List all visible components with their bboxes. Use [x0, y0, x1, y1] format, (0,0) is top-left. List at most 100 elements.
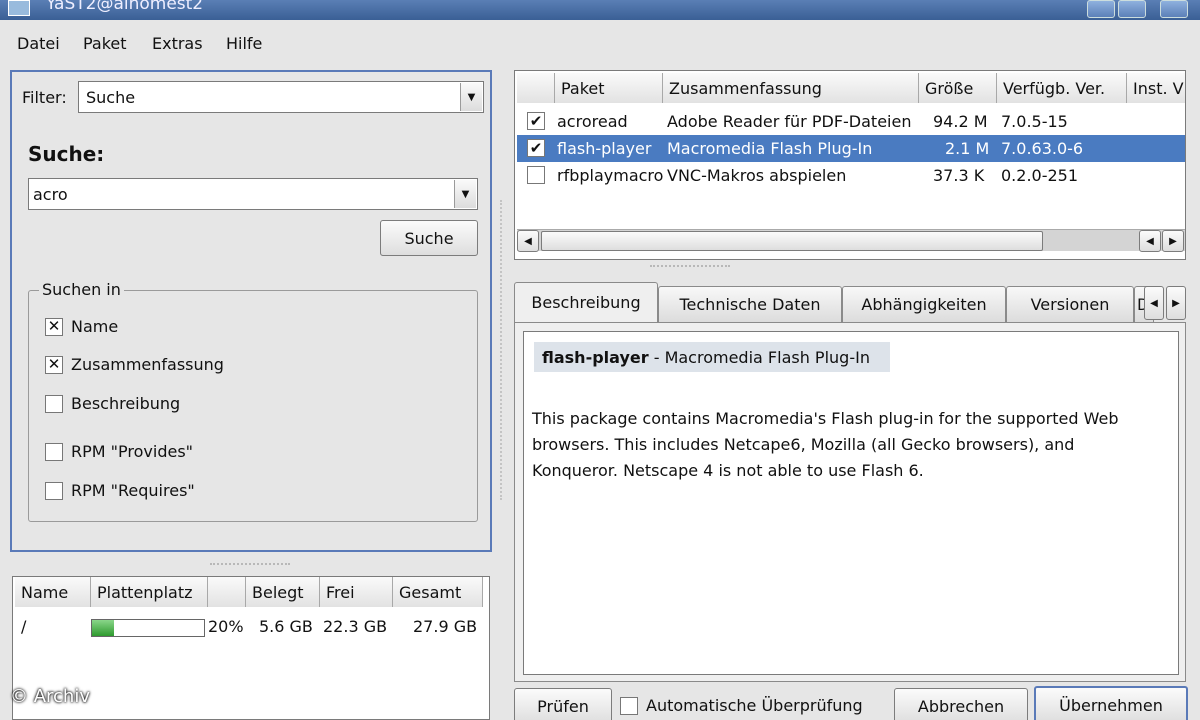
option-description-label: Beschreibung [71, 394, 181, 413]
disk-row-used: 5.6 GB [259, 617, 313, 636]
pkg-col-version[interactable]: Verfügb. Ver. [997, 73, 1127, 103]
disk-col-percent[interactable] [208, 577, 246, 607]
watermark-text: © Archiv [10, 686, 90, 707]
pkg-col-status[interactable] [517, 73, 555, 103]
checkbox-summary[interactable]: ✕ [45, 355, 63, 374]
disk-row-name: / [21, 617, 27, 636]
package-row-flash-player[interactable]: ✔ flash-player Macromedia Flash Plug-In … [517, 135, 1185, 162]
pkg-version: 7.0.63.0-6 [1001, 139, 1084, 158]
pkg-summary: Adobe Reader für PDF-Dateien [667, 112, 912, 131]
pkg-name: flash-player [557, 139, 652, 158]
tab-technische-daten[interactable]: Technische Daten [658, 286, 842, 322]
auto-check-option[interactable]: Automatische Überprüfung [620, 696, 863, 715]
tab-versionen[interactable]: Versionen [1006, 286, 1134, 322]
chevron-down-icon[interactable]: ▼ [454, 180, 476, 208]
disk-usage-bar [91, 619, 205, 637]
description-line: This package contains Macromedia's Flash… [532, 409, 1119, 428]
tab-beschreibung[interactable]: Beschreibung [514, 282, 658, 322]
search-button[interactable]: Suche [380, 220, 478, 256]
option-requires[interactable]: RPM "Requires" [45, 481, 195, 500]
auto-check-checkbox[interactable] [620, 696, 638, 715]
window-title: YaST2@alnomest2 [46, 0, 204, 14]
menu-extras[interactable]: Extras [152, 34, 203, 53]
disk-col-total[interactable]: Gesamt [393, 577, 483, 607]
pkg-size: 2.1 M [945, 139, 990, 158]
pkg-checkbox-flash-player[interactable]: ✔ [527, 139, 545, 157]
checkbox-name[interactable]: ✕ [45, 317, 63, 336]
scrollbar-thumb[interactable] [541, 231, 1043, 251]
disk-row[interactable]: / 20% 5.6 GB 22.3 GB 27.9 GB [13, 613, 489, 640]
checkbox-provides[interactable] [45, 442, 63, 461]
description-line: Konqueror. Netscape 4 is not able to use… [532, 461, 924, 480]
pkg-size: 94.2 M [933, 112, 988, 131]
menu-datei[interactable]: Datei [17, 34, 60, 53]
filter-combo[interactable]: Suche ▼ [78, 81, 484, 113]
accept-button[interactable]: Übernehmen [1034, 686, 1188, 720]
search-input-value: acro [33, 185, 68, 204]
tab-abhaengigkeiten[interactable]: Abhängigkeiten [842, 286, 1006, 322]
checkbox-description[interactable] [45, 394, 63, 413]
option-requires-label: RPM "Requires" [71, 481, 195, 500]
close-button[interactable] [1160, 0, 1188, 18]
details-tab-bar: Beschreibung Technische Daten Abhängigke… [514, 282, 1186, 326]
title-bar: YaST2@alnomest2 [0, 0, 1200, 20]
pkg-col-installed[interactable]: Inst. V [1127, 73, 1185, 103]
cancel-button[interactable]: Abbrechen [894, 688, 1028, 720]
pkg-col-size[interactable]: Größe [919, 73, 997, 103]
pkg-checkbox-acroread[interactable]: ✔ [527, 112, 545, 130]
disk-col-free[interactable]: Frei [320, 577, 393, 607]
package-header: Paket Zusammenfassung Größe Verfügb. Ver… [515, 73, 1185, 105]
chevron-down-icon[interactable]: ▼ [460, 83, 482, 111]
minimize-button[interactable] [1087, 0, 1115, 18]
option-name[interactable]: ✕ Name [45, 317, 118, 336]
description-view: flash-player - Macromedia Flash Plug-In … [523, 331, 1179, 675]
disk-col-space[interactable]: Plattenplatz [91, 577, 208, 607]
option-description[interactable]: Beschreibung [45, 394, 180, 413]
scroll-left-icon[interactable]: ◀ [517, 230, 539, 252]
scroll-right-icon[interactable]: ▶ [1162, 230, 1184, 252]
horizontal-scrollbar[interactable]: ◀ ◀ ▶ [517, 229, 1185, 252]
maximize-button[interactable] [1118, 0, 1146, 18]
pkg-version: 7.0.5-15 [1001, 112, 1068, 131]
option-name-label: Name [71, 317, 119, 336]
vertical-splitter[interactable] [500, 200, 502, 500]
menu-hilfe[interactable]: Hilfe [226, 34, 262, 53]
search-heading: Suche: [28, 142, 105, 166]
disk-header: Name Plattenplatz Belegt Frei Gesamt [13, 577, 489, 609]
filter-label: Filter: [22, 88, 67, 107]
pkg-summary: VNC-Makros abspielen [667, 166, 847, 185]
menu-paket[interactable]: Paket [83, 34, 127, 53]
pkg-checkbox-rfbplaymacro[interactable] [527, 166, 545, 184]
disk-row-free: 22.3 GB [323, 617, 388, 636]
pkg-col-name[interactable]: Paket [555, 73, 663, 103]
option-summary[interactable]: ✕ Zusammenfassung [45, 355, 224, 374]
option-provides[interactable]: RPM "Provides" [45, 442, 193, 461]
pkg-summary: Macromedia Flash Plug-In [667, 139, 873, 158]
package-row-rfbplaymacro[interactable]: rfbplaymacro VNC-Makros abspielen 37.3 K… [517, 162, 1185, 189]
scroll-left-icon[interactable]: ◀ [1139, 230, 1161, 252]
pkg-col-summary[interactable]: Zusammenfassung [663, 73, 919, 103]
splitter-handle[interactable] [210, 563, 290, 565]
tab-scroll-left-icon[interactable]: ◀ [1144, 286, 1164, 320]
option-summary-label: Zusammenfassung [71, 355, 224, 374]
tab-scroll-right-icon[interactable]: ▶ [1166, 286, 1186, 320]
filter-value: Suche [86, 88, 136, 107]
package-table: Paket Zusammenfassung Größe Verfügb. Ver… [514, 70, 1186, 260]
menu-bar: Datei Paket Extras Hilfe [0, 24, 1200, 62]
disk-row-total: 27.9 GB [413, 617, 478, 636]
description-title-box: flash-player - Macromedia Flash Plug-In [534, 342, 890, 372]
pkg-version: 0.2.0-251 [1001, 166, 1079, 185]
package-row-acroread[interactable]: ✔ acroread Adobe Reader für PDF-Dateien … [517, 108, 1185, 135]
description-pkg-name: flash-player [542, 347, 649, 367]
check-button[interactable]: Prüfen [514, 688, 612, 720]
search-in-group: Suchen in ✕ Name ✕ Zusammenfassung Besch… [28, 280, 478, 522]
disk-col-used[interactable]: Belegt [246, 577, 320, 607]
splitter-handle[interactable] [650, 265, 730, 267]
disk-col-name[interactable]: Name [15, 577, 91, 607]
search-input[interactable]: acro ▼ [28, 178, 478, 210]
pkg-size: 37.3 K [933, 166, 985, 185]
search-panel: Filter: Suche ▼ Suche: acro ▼ Suche Such… [10, 70, 492, 552]
checkbox-requires[interactable] [45, 481, 63, 500]
pkg-name: rfbplaymacro [557, 166, 664, 185]
yast-app-icon [8, 0, 30, 16]
